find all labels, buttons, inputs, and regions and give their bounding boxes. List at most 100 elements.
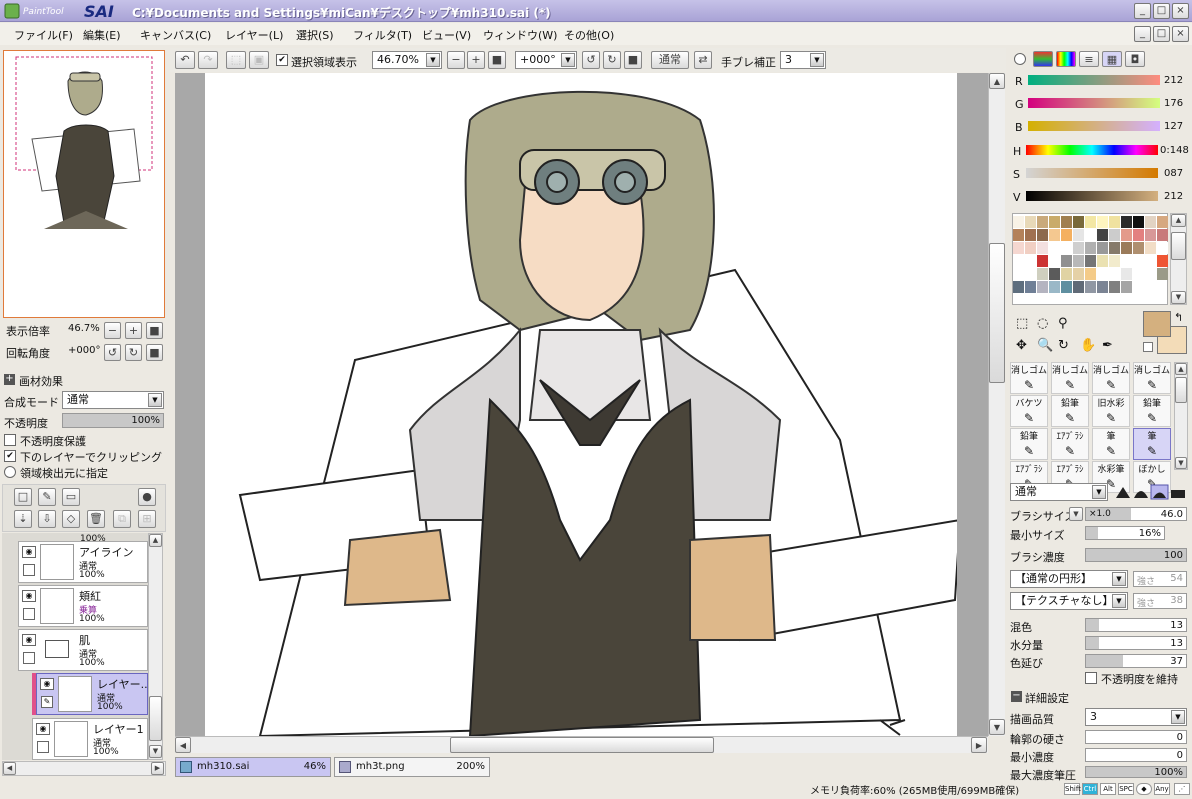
color-swatch[interactable]: [1157, 268, 1168, 280]
keep-opacity-checkbox[interactable]: [1085, 672, 1097, 684]
size-multiplier-button[interactable]: ▼: [1069, 507, 1083, 521]
color-swatch[interactable]: [1145, 242, 1156, 254]
shape-strength-slider[interactable]: 強さ 54: [1133, 571, 1187, 587]
color-swatch[interactable]: [1049, 281, 1060, 293]
scroll-up-button[interactable]: ▲: [1175, 363, 1187, 375]
color-swatch[interactable]: [1133, 242, 1144, 254]
layer-scroll-thumb[interactable]: [149, 696, 162, 741]
color-swatch[interactable]: [1013, 216, 1024, 228]
color-swatch[interactable]: [1133, 255, 1144, 267]
scroll-up-button[interactable]: ▲: [1171, 214, 1186, 227]
color-swatch[interactable]: [1073, 242, 1084, 254]
color-swatch[interactable]: [1121, 242, 1132, 254]
water-slider[interactable]: 13: [1085, 636, 1187, 650]
color-swatch[interactable]: [1049, 216, 1060, 228]
color-swatch[interactable]: [1073, 268, 1084, 280]
transparent-color-icon[interactable]: [1143, 342, 1153, 352]
nav-rotate-reset-button[interactable]: ■: [146, 344, 163, 361]
color-wheel-toggle[interactable]: [1014, 53, 1026, 65]
navigator-preview[interactable]: [3, 50, 165, 318]
opacity-slider[interactable]: 100%: [62, 413, 164, 428]
color-swatch[interactable]: [1157, 242, 1168, 254]
color-swatch[interactable]: [1061, 216, 1072, 228]
color-swatch[interactable]: [1037, 216, 1048, 228]
color-swatch[interactable]: [1061, 268, 1072, 280]
scroll-left-button[interactable]: ◀: [3, 762, 16, 775]
new-folder-button[interactable]: ▭: [62, 488, 80, 506]
menu-other[interactable]: その他(O): [564, 27, 614, 43]
color-swatch[interactable]: [1109, 268, 1120, 280]
vscroll-thumb[interactable]: [989, 243, 1005, 383]
eye-icon[interactable]: ◉: [22, 546, 36, 558]
menu-layer[interactable]: レイヤー(L): [225, 27, 283, 43]
lasso-icon[interactable]: ◌: [1037, 316, 1048, 331]
swatch-grid[interactable]: [1012, 213, 1168, 305]
color-swatch[interactable]: [1025, 268, 1036, 280]
doc-tab-mh3t[interactable]: mh3t.png 200%: [334, 757, 490, 777]
color-swatch[interactable]: [1061, 255, 1072, 267]
tool-slot[interactable]: 筆 ✎: [1133, 428, 1171, 460]
color-swatch[interactable]: [1145, 268, 1156, 280]
canvas-vscrollbar[interactable]: ▲ ▼: [988, 73, 1005, 736]
color-swatch[interactable]: [1073, 255, 1084, 267]
color-swatch[interactable]: [1013, 229, 1024, 241]
color-swatch[interactable]: [1157, 255, 1168, 267]
canvas-hscrollbar[interactable]: ◀ ▶: [175, 736, 988, 753]
tool-slot[interactable]: 鉛筆 ✎: [1051, 395, 1089, 427]
color-swatch[interactable]: [1157, 216, 1168, 228]
layer-item[interactable]: ◉ 頬紅 乗算 100%: [18, 585, 148, 627]
merge-down-button[interactable]: ⇩: [38, 510, 56, 528]
rotate-reset-button[interactable]: ■: [624, 51, 642, 69]
zoom-in-button[interactable]: +: [467, 51, 485, 69]
min-density-slider[interactable]: 0: [1085, 748, 1187, 762]
scroll-right-button[interactable]: ▶: [971, 737, 987, 753]
select-display-checkbox[interactable]: ✔: [276, 54, 288, 66]
layer-scrollbar[interactable]: ▲ ▼: [148, 533, 163, 760]
stabilizer-select[interactable]: 3 ▼: [780, 51, 826, 69]
menu-filter[interactable]: フィルタ(T): [353, 27, 412, 43]
tool-slot[interactable]: バケツ ✎: [1010, 395, 1048, 427]
brush-mode-select[interactable]: 通常 ▼: [1010, 483, 1108, 501]
mix-slider[interactable]: 13: [1085, 618, 1187, 632]
color-swatch[interactable]: [1085, 281, 1096, 293]
scroll-up-button[interactable]: ▲: [149, 534, 162, 547]
color-swatch[interactable]: [1145, 216, 1156, 228]
color-swatch[interactable]: [1049, 229, 1060, 241]
color-swatch[interactable]: [1061, 281, 1072, 293]
expand-icon[interactable]: +: [4, 374, 15, 385]
blend-mode-button[interactable]: 通常: [651, 51, 689, 69]
scroll-down-button[interactable]: ▼: [989, 719, 1005, 735]
color-swatch[interactable]: [1109, 216, 1120, 228]
rect-select-icon[interactable]: ⬚: [1016, 316, 1028, 331]
hscroll-thumb[interactable]: [450, 737, 714, 753]
rotate-right-button[interactable]: ↻: [603, 51, 621, 69]
layer-folder[interactable]: ◉ 肌 通常 100%: [18, 629, 148, 671]
color-swatch[interactable]: [1121, 255, 1132, 267]
minimize-button[interactable]: _: [1134, 3, 1151, 19]
red-slider[interactable]: [1028, 75, 1160, 85]
mixer-toggle[interactable]: ≡: [1079, 51, 1099, 67]
menu-select[interactable]: 選択(S): [296, 27, 334, 43]
clip-checkbox[interactable]: ✔: [4, 450, 16, 462]
scroll-down-button[interactable]: ▼: [149, 745, 162, 758]
eye-icon[interactable]: ◉: [36, 723, 50, 735]
maximize-button[interactable]: □: [1153, 3, 1170, 19]
color-swatch[interactable]: [1073, 281, 1084, 293]
color-swatch[interactable]: [1121, 281, 1132, 293]
min-size-slider[interactable]: 16%: [1085, 526, 1165, 540]
canvas-image[interactable]: [205, 73, 957, 736]
color-swatch[interactable]: [1097, 229, 1108, 241]
color-swatch[interactable]: [1133, 229, 1144, 241]
stretch-slider[interactable]: 37: [1085, 654, 1187, 668]
nav-zoom-out-button[interactable]: −: [104, 322, 121, 339]
color-swatch[interactable]: [1133, 216, 1144, 228]
texture-strength-slider[interactable]: 強さ 38: [1133, 593, 1187, 609]
color-swatch[interactable]: [1025, 255, 1036, 267]
lock-checkbox[interactable]: [37, 741, 49, 753]
swap-colors-icon[interactable]: ↰: [1174, 311, 1183, 324]
color-swatch[interactable]: [1085, 229, 1096, 241]
doc-minimize-button[interactable]: _: [1134, 26, 1151, 42]
tool-slot[interactable]: 鉛筆 ✎: [1010, 428, 1048, 460]
tool-slot[interactable]: 筆 ✎: [1092, 428, 1130, 460]
foreground-color-swatch[interactable]: [1143, 311, 1171, 337]
